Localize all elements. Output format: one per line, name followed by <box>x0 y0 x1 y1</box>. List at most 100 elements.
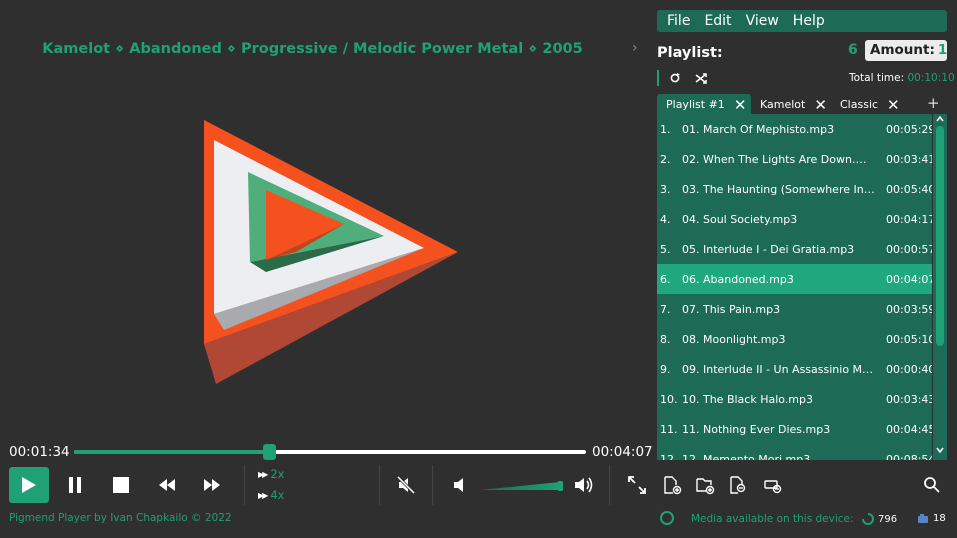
mute-button[interactable] <box>392 469 420 501</box>
playlist-row[interactable]: 7. 07. This Pain.mp3 00:03:59 <box>657 294 932 324</box>
menu-file[interactable]: File <box>667 13 690 29</box>
seek-bar[interactable] <box>74 444 586 460</box>
track-duration: 00:03:59 <box>886 302 932 316</box>
add-tab-button[interactable]: + <box>927 94 940 112</box>
speed-4x-label: 4x <box>270 488 285 502</box>
seek-progress <box>74 450 269 454</box>
play-button[interactable] <box>9 467 49 503</box>
track-number: 12. <box>660 452 678 461</box>
total-time-value: 00:10:10 <box>907 72 955 84</box>
mode-indicator <box>657 70 659 86</box>
track-duration: 00:04:17 <box>886 212 932 226</box>
loading-spinner-icon <box>660 511 674 525</box>
forward-small-icon: ▶▶ <box>258 490 268 500</box>
playlist-row[interactable]: 10. 10. The Black Halo.mp3 00:03:43 <box>657 384 932 414</box>
track-name: 06. Abandoned.mp3 <box>682 272 794 286</box>
media-available-label: Media available on this device: <box>691 513 854 525</box>
tab-playlist-1[interactable]: Playlist #1 ✕ <box>657 94 751 115</box>
add-file-button[interactable] <box>661 474 683 496</box>
shuffle-icon[interactable] <box>694 71 708 85</box>
track-duration: 00:05:40 <box>886 182 932 196</box>
media-count: 796 <box>862 513 897 525</box>
speed-2x-button[interactable]: ▶▶ 2x <box>258 467 284 481</box>
divider <box>432 465 433 505</box>
total-time-label: Total time: <box>849 72 905 84</box>
now-playing-title: Kamelot ⋄ Abandoned ⋄ Progressive / Melo… <box>42 41 583 57</box>
track-list: 1. 01. March Of Mephisto.mp3 00:05:29 2. 02.… <box>657 114 932 460</box>
rewind-icon <box>159 479 175 491</box>
playlist-row[interactable]: 2. 02. When The Lights Are Down.mp3 00:03:… <box>657 144 932 174</box>
repeat-icon[interactable] <box>668 71 682 85</box>
tab-label: Playlist #1 <box>666 98 725 111</box>
remove-file-button[interactable] <box>727 474 749 496</box>
track-name: 03. The Haunting (Somewhere In Tim… <box>682 182 877 196</box>
track-duration: 00:00:40 <box>886 362 932 376</box>
collapse-arrow-icon[interactable]: › <box>632 40 638 56</box>
track-number: 11. <box>660 422 678 436</box>
menu-edit[interactable]: Edit <box>704 13 731 29</box>
rewind-button[interactable] <box>152 469 182 501</box>
stop-button[interactable] <box>106 469 136 501</box>
track-name: 05. Interlude I - Dei Gratia.mp3 <box>682 242 855 256</box>
forward-small-icon: ▶▶ <box>258 469 268 479</box>
playlist-row[interactable]: 3. 03. The Haunting (Somewhere In Tim… 00:… <box>657 174 932 204</box>
divider <box>244 465 245 505</box>
volume-slider[interactable] <box>480 481 564 491</box>
playlist-row[interactable]: 9. 09. Interlude II - Un Assassinio Molto… <box>657 354 932 384</box>
tab-classic[interactable]: Classic ✕ <box>831 94 907 115</box>
speed-4x-button[interactable]: ▶▶ 4x <box>258 488 284 502</box>
fast-forward-icon <box>204 479 220 491</box>
track-name: 02. When The Lights Are Down.mp3 <box>682 152 877 166</box>
menu-help[interactable]: Help <box>793 13 825 29</box>
stop-icon <box>113 477 129 493</box>
divider <box>609 465 610 505</box>
device-icon <box>918 513 928 523</box>
clear-playlist-icon <box>764 480 782 494</box>
scroll-up-icon[interactable] <box>936 115 944 123</box>
playlist-row[interactable]: 12. 12. Memento Mori.mp3 00:08:54 <box>657 444 932 461</box>
mute-icon <box>397 476 415 494</box>
remove-file-icon <box>730 476 746 494</box>
total-time: 00:04:07 <box>592 444 653 460</box>
pause-button[interactable] <box>60 469 90 501</box>
clear-playlist-button[interactable] <box>762 474 784 496</box>
menu-view[interactable]: View <box>746 13 779 29</box>
close-icon[interactable]: ✕ <box>734 96 747 114</box>
playlist-row[interactable]: 1. 01. March Of Mephisto.mp3 00:05:29 <box>657 114 932 144</box>
tab-label: Kamelot <box>760 98 806 111</box>
track-name: 11. Nothing Ever Dies.mp3 <box>682 422 831 436</box>
add-file-icon <box>664 476 682 495</box>
add-folder-button[interactable] <box>694 474 716 496</box>
volume-up-button[interactable] <box>572 469 596 501</box>
search-button[interactable] <box>921 474 943 496</box>
playlist-row[interactable]: 4. 04. Soul Society.mp3 00:04:17 <box>657 204 932 234</box>
tab-kamelot[interactable]: Kamelot ✕ <box>751 94 831 115</box>
track-number: 9. <box>660 362 671 376</box>
seek-handle[interactable] <box>262 444 276 460</box>
playlist-row[interactable]: 8. 08. Moonlight.mp3 00:05:10 <box>657 324 932 354</box>
device-count-value: 18 <box>933 513 946 524</box>
track-name: 10. The Black Halo.mp3 <box>682 392 814 406</box>
close-icon[interactable]: ✕ <box>814 96 827 114</box>
track-number: 6. <box>660 272 671 286</box>
playlist-row[interactable]: 5. 05. Interlude I - Dei Gratia.mp3 00:00:… <box>657 234 932 264</box>
track-duration: 00:08:54 <box>886 452 932 461</box>
playlist-row[interactable]: 6. 06. Abandoned.mp3 00:04:07 <box>657 264 932 294</box>
track-duration: 00:03:43 <box>886 392 932 406</box>
scrollbar[interactable] <box>933 114 947 460</box>
track-number: 4. <box>660 212 671 226</box>
playlist-row[interactable]: 11. 11. Nothing Ever Dies.mp3 00:04:45 <box>657 414 932 444</box>
scroll-down-icon[interactable] <box>936 446 944 454</box>
track-duration: 00:04:07 <box>886 272 932 286</box>
menu-bar: File Edit View Help <box>657 10 947 32</box>
close-icon[interactable]: ✕ <box>887 96 900 114</box>
fast-forward-button[interactable] <box>197 469 227 501</box>
track-name: 04. Soul Society.mp3 <box>682 212 798 226</box>
album-artwork <box>204 120 458 384</box>
playlist-track-count: 6 <box>848 42 858 58</box>
media-count-value: 796 <box>878 513 898 525</box>
volume-down-icon <box>454 478 463 492</box>
scrollbar-thumb[interactable] <box>936 126 944 346</box>
volume-down-button[interactable] <box>450 469 470 501</box>
fullscreen-button[interactable] <box>624 469 650 501</box>
